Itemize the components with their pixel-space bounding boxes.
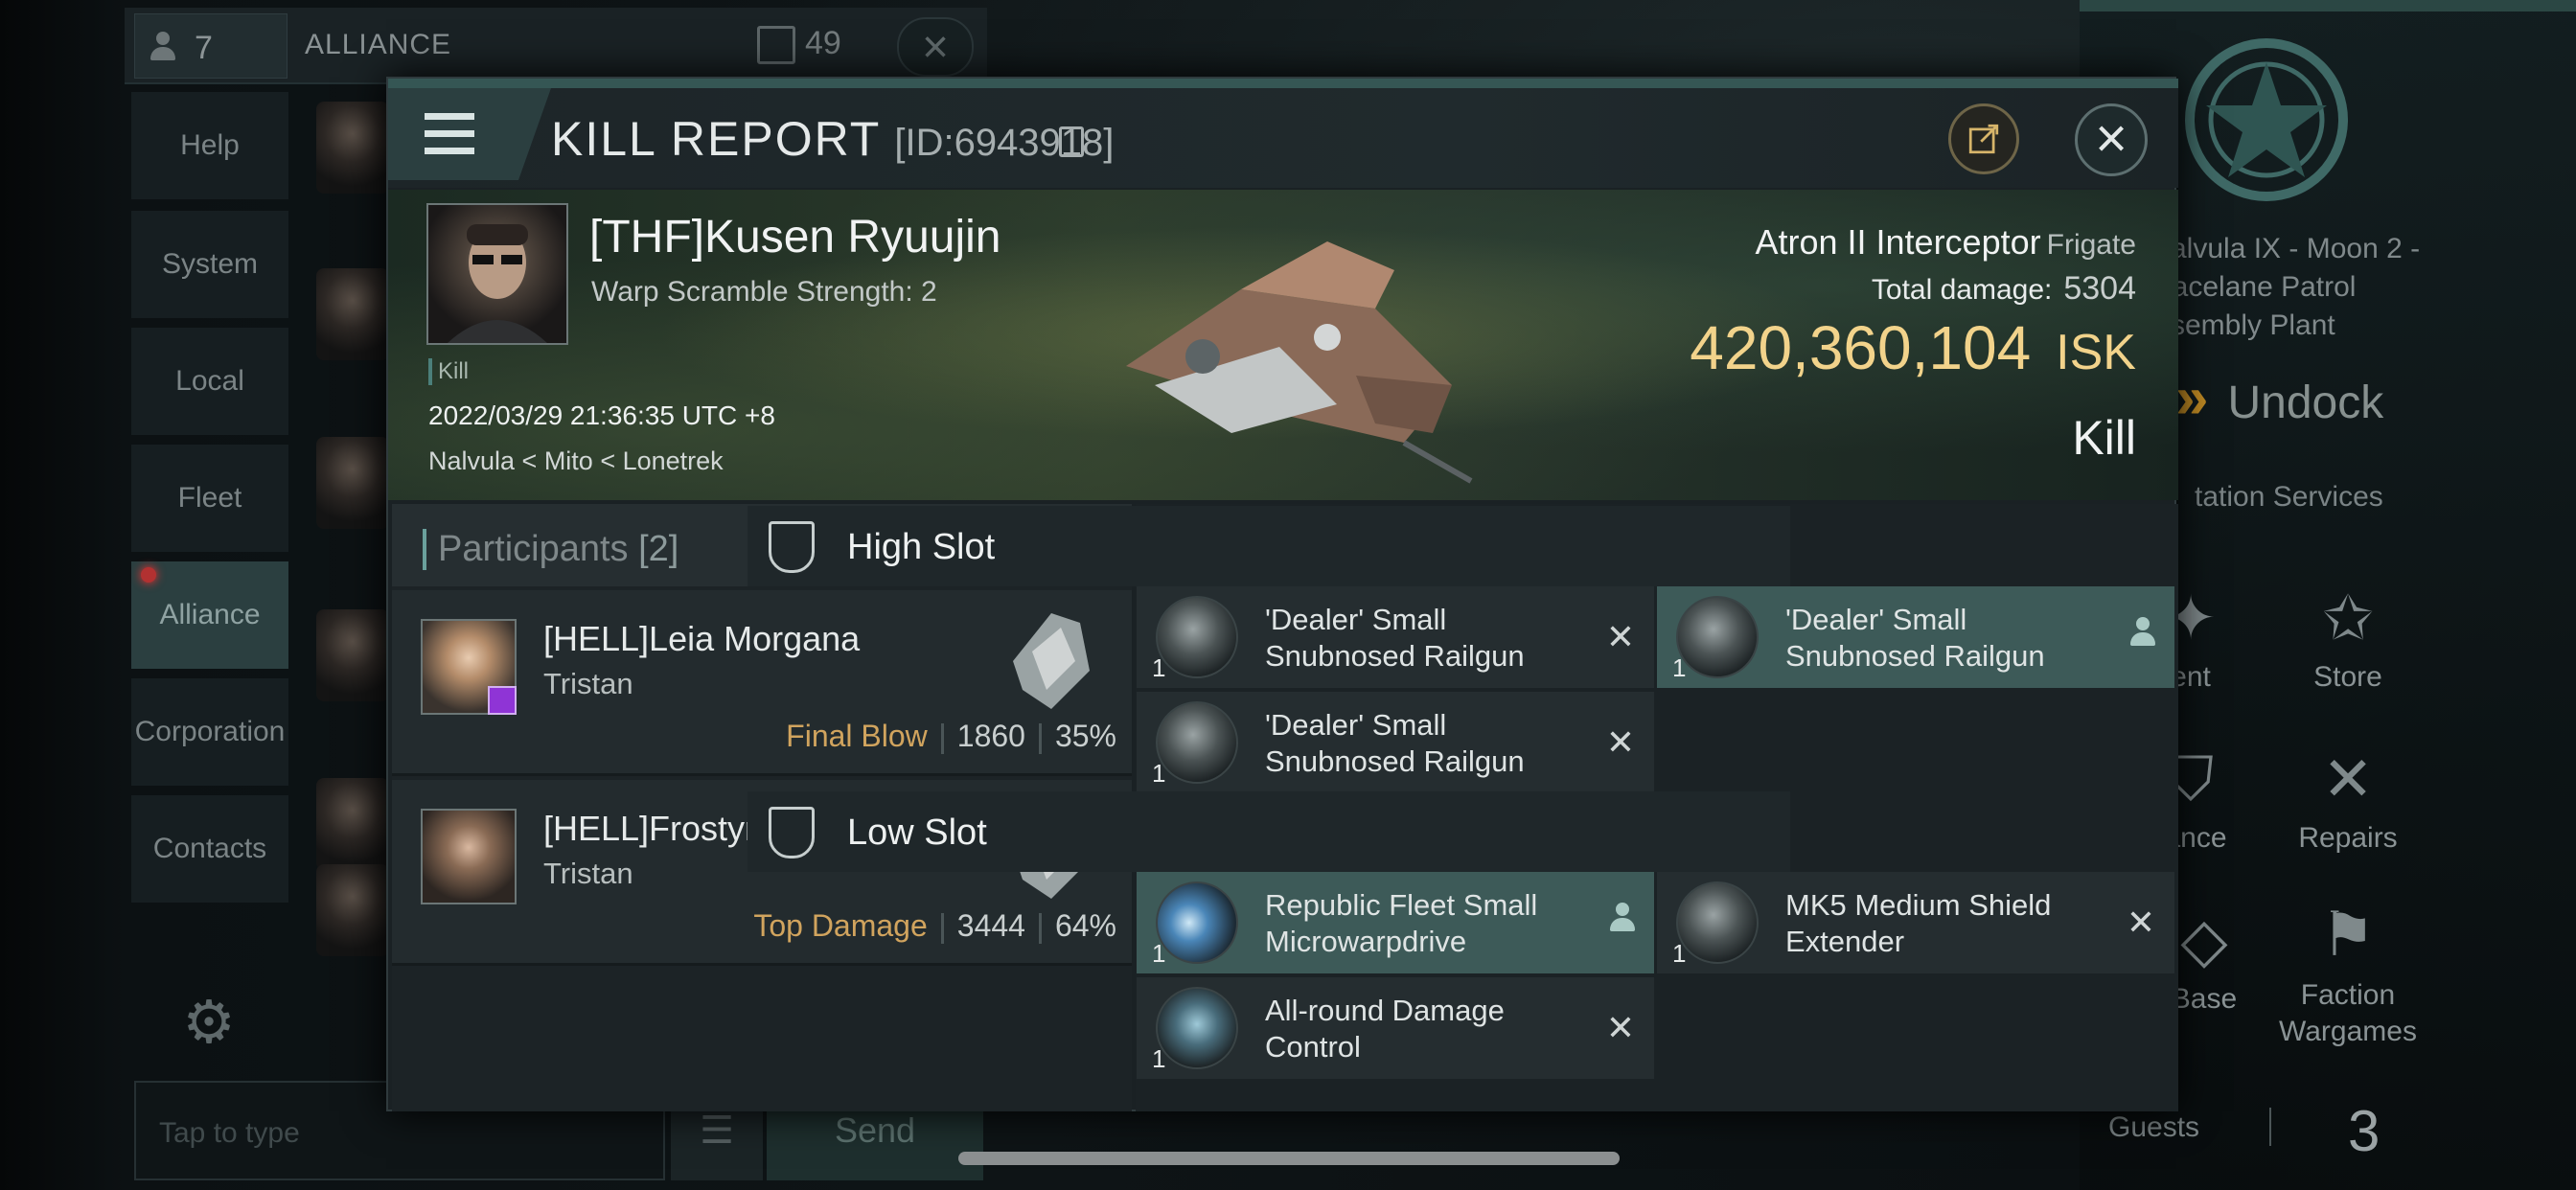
module-item[interactable]: 1 Republic Fleet Small Microwarpdrive [1137, 872, 1654, 973]
dropped-person-icon [2130, 617, 2155, 648]
result-label: Kill [2072, 411, 2136, 465]
module-item[interactable]: 1 All-round Damage Control ✕ [1137, 977, 1654, 1079]
avatar[interactable] [316, 268, 389, 360]
nav-corporation[interactable]: Corporation [131, 678, 288, 786]
service-faction-wargames[interactable]: ⚑ Faction Wargames [2262, 891, 2434, 1050]
railgun-icon [1676, 596, 1759, 678]
participant-stats: Final Blow 1860 35% [786, 719, 1116, 754]
station-services-label: tation Services [2195, 481, 2383, 513]
unread-dot [141, 567, 156, 583]
chat-close-button[interactable]: × [897, 17, 974, 77]
victim-portrait[interactable] [426, 203, 568, 345]
flags-icon: ⚑ [2320, 900, 2376, 969]
corporation-emblem-icon [2185, 38, 2348, 201]
chat-avatar-column [307, 92, 393, 993]
message-count[interactable]: 49 [757, 25, 841, 65]
ship-image [1126, 241, 1473, 484]
channel-name: ALLIANCE [305, 29, 452, 60]
avatar[interactable] [421, 809, 517, 904]
isk-value: 420,360,104 ISK [1690, 313, 2136, 382]
microwarpdrive-icon [1156, 881, 1238, 964]
participant-row[interactable]: [HELL]Leia Morgana Tristan Final Blow 186… [392, 590, 1132, 776]
railgun-icon [1156, 596, 1238, 678]
destroyed-icon: ✕ [1605, 722, 1635, 762]
participant-stats: Top Damage 3444 64% [753, 908, 1116, 944]
station-topbar [2080, 0, 2576, 11]
dropped-person-icon [1610, 903, 1635, 933]
shield-extender-icon [1676, 881, 1759, 964]
badge-icon [488, 686, 517, 715]
chat-channel-nav: Help System Local Fleet Alliance Corpora… [131, 92, 288, 954]
nav-local[interactable]: Local [131, 328, 288, 435]
wrench-icon: ✕ [2322, 744, 2374, 813]
service-store[interactable]: ✩ Store [2262, 575, 2434, 694]
service-repairs[interactable]: ✕ Repairs [2262, 736, 2434, 855]
high-slot-icon [769, 521, 815, 573]
settings-gear-icon[interactable]: ⚙ [172, 987, 245, 1060]
victim-name: [THF]Kusen Ryuujin [589, 212, 1001, 263]
copy-icon[interactable] [1059, 126, 1084, 157]
participant-ship: Tristan [543, 857, 633, 890]
module-item[interactable]: 1 MK5 Medium Shield Extender ✕ [1657, 872, 2174, 973]
low-slot-icon [769, 807, 815, 858]
undock-chevron-icon: » [2175, 365, 2209, 431]
home-indicator[interactable] [958, 1152, 1620, 1165]
guests-label: Guests [2108, 1111, 2200, 1143]
member-count-button[interactable]: 7 [134, 13, 288, 79]
high-slot-header: High Slot [748, 506, 1790, 586]
avatar[interactable] [316, 778, 389, 870]
destroyed-icon: ✕ [1605, 1008, 1635, 1047]
total-damage: Total damage: 5304 [1871, 270, 2136, 307]
nav-help[interactable]: Help [131, 92, 288, 199]
kill-tag: Kill [428, 358, 469, 385]
participant-name: [HELL]Leia Morgana [543, 619, 861, 658]
close-button[interactable]: × [2075, 103, 2148, 176]
nav-system[interactable]: System [131, 211, 288, 318]
ship-thumbnail-icon [1013, 613, 1090, 709]
avatar[interactable] [316, 102, 389, 194]
module-item[interactable]: 1 'Dealer' Small Snubnosed Railgun ✕ [1137, 586, 1654, 688]
divider [2269, 1108, 2271, 1146]
undock-button[interactable]: » Undock [2175, 364, 2383, 432]
nav-alliance[interactable]: Alliance [131, 561, 288, 669]
share-icon[interactable] [1948, 103, 2019, 174]
ship-class: Frigate [2046, 229, 2136, 261]
avatar[interactable] [316, 609, 389, 701]
message-icon [757, 26, 795, 65]
avatar[interactable] [316, 864, 389, 956]
member-count: 7 [195, 30, 213, 66]
kill-timestamp: 2022/03/29 21:36:35 UTC +8 [428, 400, 775, 430]
module-item[interactable]: 1 'Dealer' Small Snubnosed Railgun ✕ [1137, 692, 1654, 793]
station-name: valvula IX - Moon 2 - pacelane Patrol ss… [2156, 233, 2421, 341]
nes-star-icon: ✩ [2322, 584, 2374, 652]
low-slot-header: Low Slot [748, 791, 1790, 872]
user-icon [149, 32, 177, 64]
nav-contacts[interactable]: Contacts [131, 795, 288, 903]
portrait-image [448, 224, 547, 343]
modal-title: KILL REPORT [ID:6943918] [551, 112, 1115, 166]
destroyed-icon: ✕ [1605, 617, 1635, 656]
ship-name: Atron II Interceptor Frigate [1755, 222, 2136, 262]
victim-detail: Warp Scramble Strength: 2 [591, 276, 937, 308]
nav-fleet[interactable]: Fleet [131, 445, 288, 552]
modal-accent-line [388, 79, 2178, 88]
destroyed-icon: ✕ [2126, 903, 2155, 942]
avatar[interactable] [316, 437, 389, 529]
railgun-icon [1156, 701, 1238, 784]
participants-title: Participants [2] [423, 529, 678, 570]
module-item[interactable]: 1 'Dealer' Small Snubnosed Railgun [1657, 586, 2174, 688]
guests-count: 3 [2348, 1099, 2380, 1163]
kill-location: Nalvula < Mito < Lonetrek [428, 446, 724, 475]
damage-control-icon [1156, 987, 1238, 1069]
participant-ship: Tristan [543, 667, 633, 700]
